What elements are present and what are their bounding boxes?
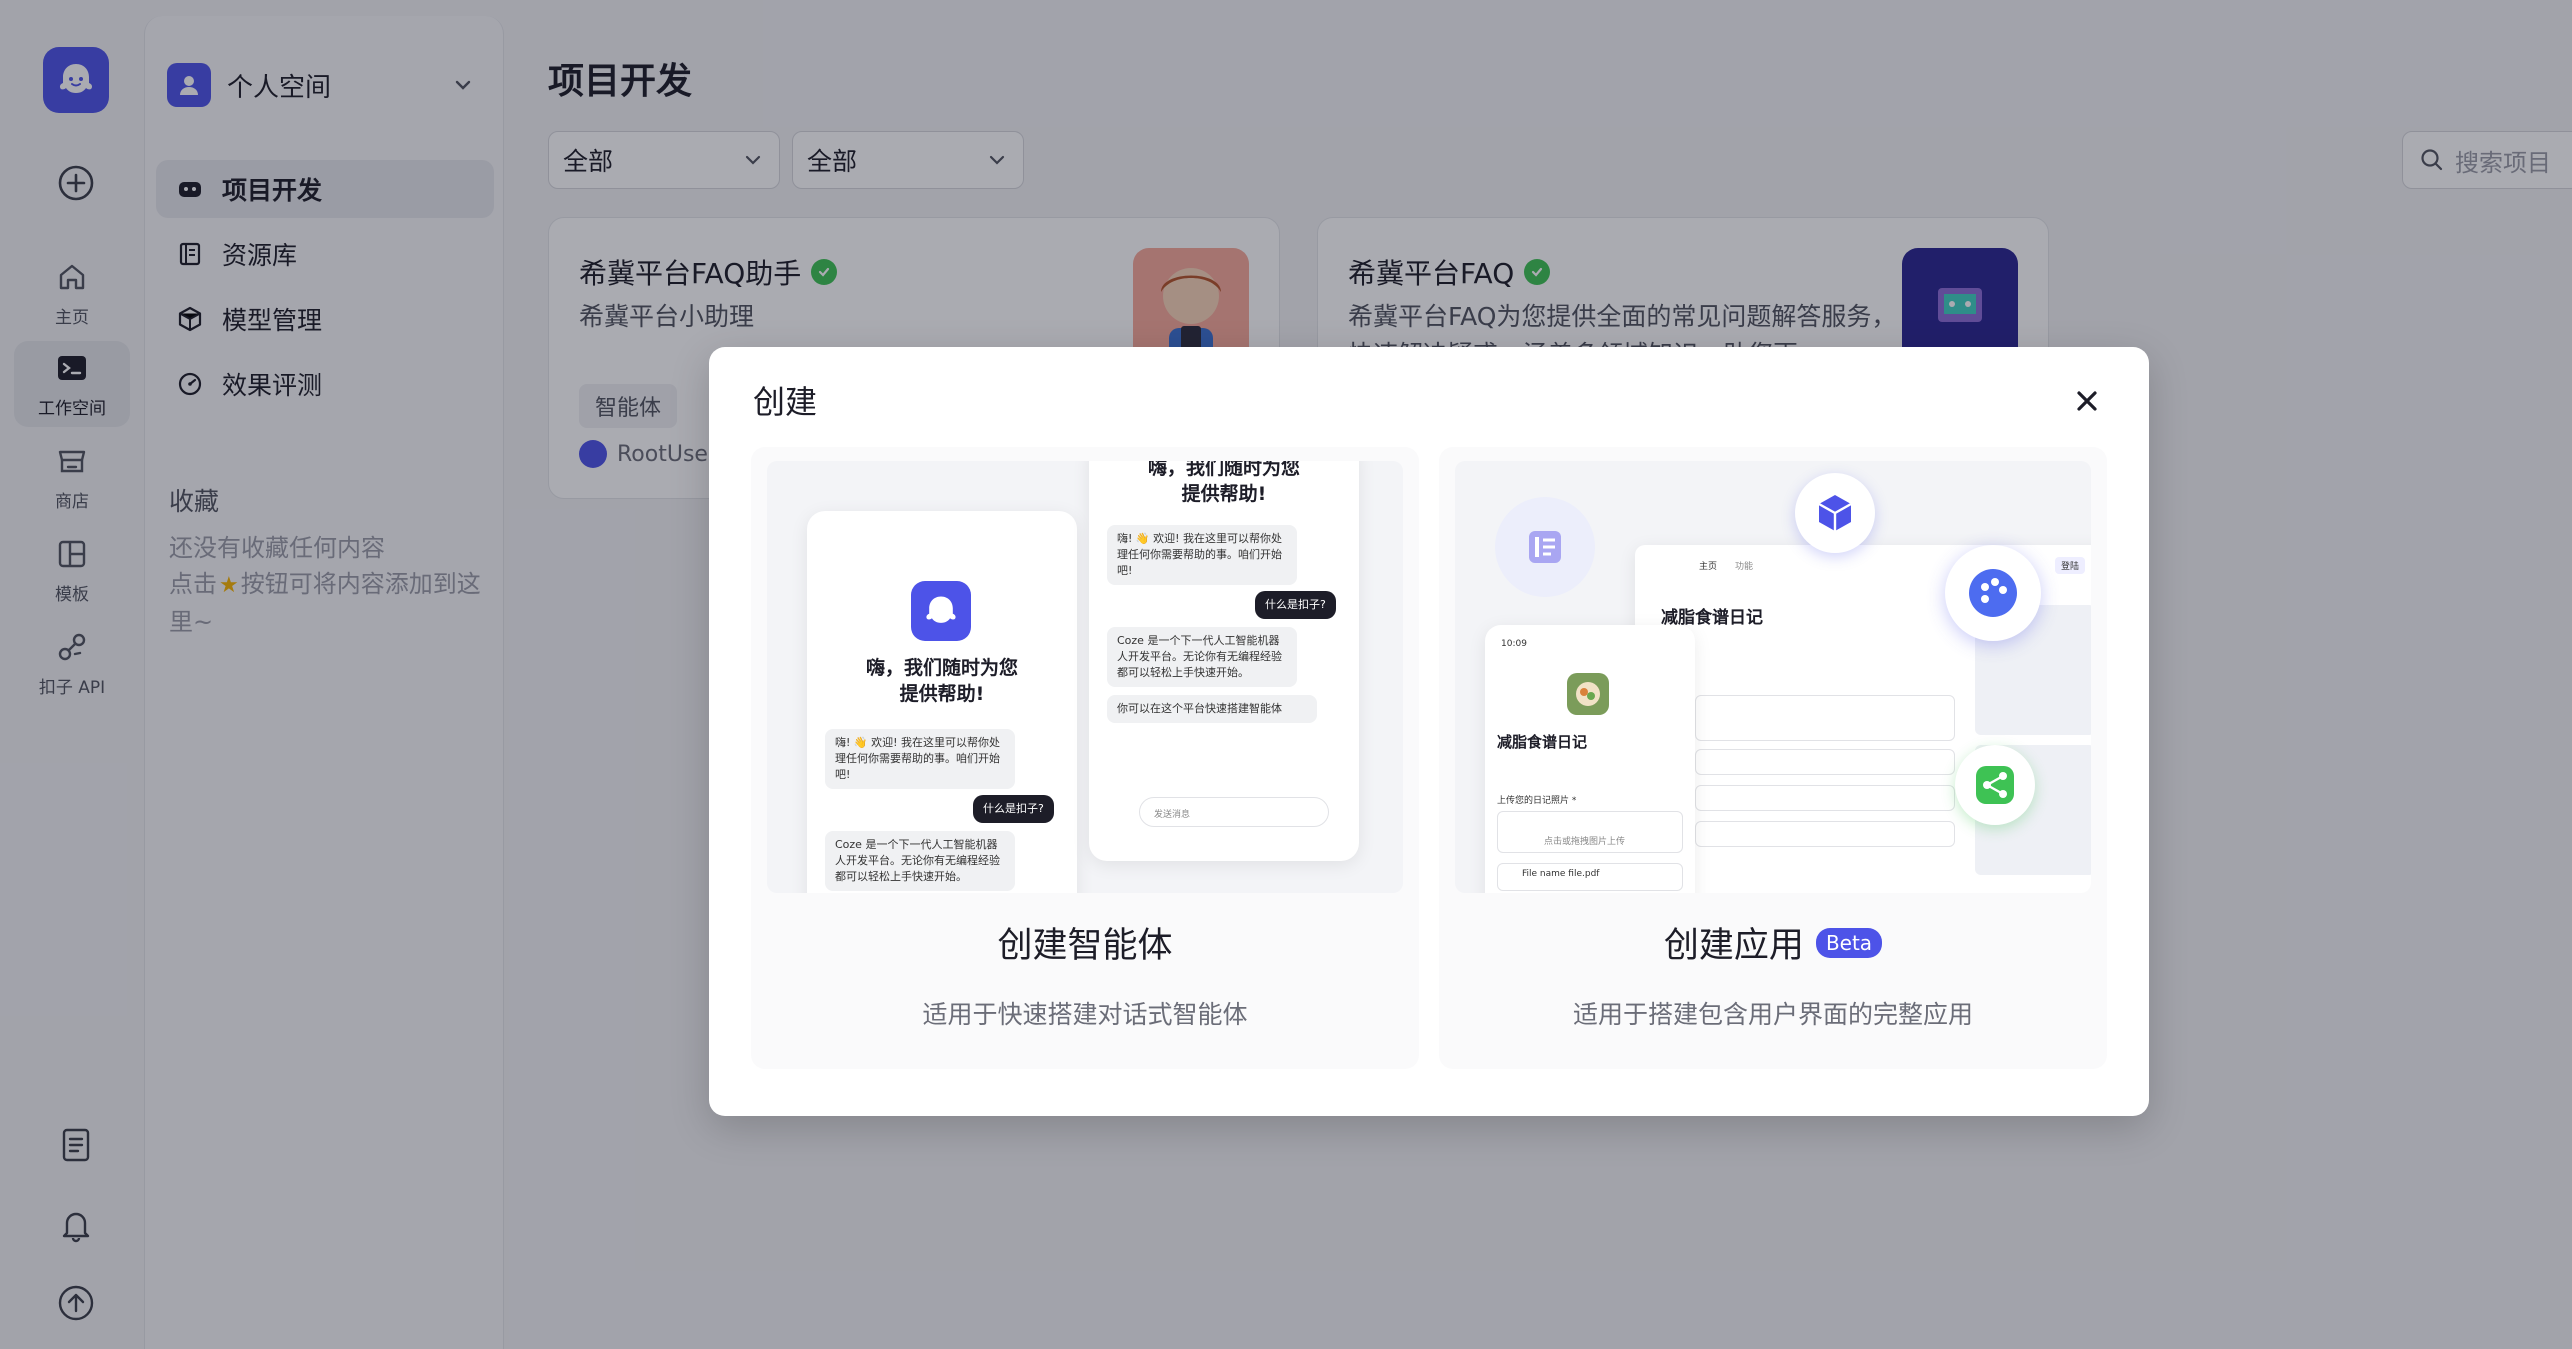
- close-icon[interactable]: [2069, 383, 2105, 419]
- file-name: File name file.pdf: [1522, 869, 1600, 879]
- upload-box: [1695, 695, 1955, 741]
- phone-mockup: 嗨，我们随时为您提供帮助! 嗨! 👋 欢迎! 我在这里可以帮你处理任何你需要帮助…: [1089, 461, 1359, 861]
- app-illustration: 主页 功能 登陆 减脂食谱日记 10:09 减脂食谱日记 上传您的日记照片 *: [1455, 461, 2091, 893]
- file-row: File name file.pdf: [1497, 863, 1683, 891]
- create-app-title: 创建应用 Beta: [1439, 917, 2107, 968]
- create-app-option[interactable]: 主页 功能 登陆 减脂食谱日记 10:09 减脂食谱日记 上传您的日记照片 *: [1439, 447, 2107, 1069]
- message-input: 发送消息: [1139, 797, 1329, 827]
- phone-mockup: 10:09 减脂食谱日记 上传您的日记照片 * 点击或拖拽图片上传 File n…: [1485, 625, 1695, 893]
- upload-label: 上传您的日记照片 *: [1497, 796, 1577, 806]
- file-row: [1695, 821, 1955, 847]
- upload-hint: 点击或拖拽图片上传: [1544, 837, 1626, 847]
- create-agent-title: 创建智能体: [751, 917, 1419, 968]
- create-app-title-text: 创建应用: [1663, 926, 1804, 966]
- doc-icon: [1495, 497, 1595, 597]
- app-title: 减脂食谱日记: [1497, 733, 1588, 751]
- dialog-title: 创建: [753, 383, 818, 421]
- create-agent-option[interactable]: 嗨，我们随时为您提供帮助! 嗨! 👋 欢迎! 我在这里可以帮你处理任何你需要帮助…: [751, 447, 1419, 1069]
- create-dialog: 创建 嗨，我们随时为您提供帮助! 嗨! 👋 欢迎! 我在这里可以帮你处理任何你需…: [709, 347, 2149, 1116]
- answer-bubble: Coze 是一个下一代人工智能机器人开发平台。无论你有无编程经验都可以轻松上手快…: [825, 831, 1015, 891]
- cube-icon: [1795, 473, 1875, 553]
- palette-icon: [1945, 545, 2041, 641]
- welcome-bubble: 嗨! 👋 欢迎! 我在这里可以帮你处理任何你需要帮助的事。咱们开始吧!: [1107, 525, 1297, 585]
- phone-mockup: 嗨，我们随时为您提供帮助! 嗨! 👋 欢迎! 我在这里可以帮你处理任何你需要帮助…: [807, 511, 1077, 893]
- upload-box: 点击或拖拽图片上传: [1497, 811, 1683, 853]
- greeting-text-top: 嗨，我们随时为您提供帮助!: [1147, 461, 1300, 505]
- greeting-text: 嗨，我们随时为您提供帮助!: [865, 657, 1018, 705]
- beta-badge: Beta: [1815, 927, 1883, 958]
- coze-logo-icon: [911, 581, 971, 641]
- food-image: [1567, 673, 1609, 715]
- share-icon: [1955, 745, 2035, 825]
- file-row: [1695, 785, 1955, 811]
- tab-function: 功能: [1735, 562, 1754, 572]
- agent-illustration: 嗨，我们随时为您提供帮助! 嗨! 👋 欢迎! 我在这里可以帮你处理任何你需要帮助…: [767, 461, 1403, 893]
- create-agent-title-text: 创建智能体: [997, 926, 1173, 966]
- file-row: [1695, 749, 1955, 775]
- tip-bubble: 你可以在这个平台快速搭建智能体: [1107, 695, 1317, 723]
- login-button: 登陆: [2055, 557, 2086, 574]
- status-time: 10:09: [1501, 639, 1527, 649]
- create-app-desc: 适用于搭建包含用户界面的完整应用: [1572, 1000, 1973, 1029]
- welcome-bubble: 嗨! 👋 欢迎! 我在这里可以帮你处理任何你需要帮助的事。咱们开始吧!: [825, 729, 1015, 789]
- message-placeholder: 发送消息: [1154, 810, 1191, 820]
- answer-bubble: Coze 是一个下一代人工智能机器人开发平台。无论你有无编程经验都可以轻松上手快…: [1107, 627, 1297, 687]
- create-agent-desc: 适用于快速搭建对话式智能体: [922, 1000, 1248, 1029]
- question-bubble: 什么是扣子?: [1255, 591, 1336, 619]
- tab-home: 主页: [1699, 562, 1718, 572]
- question-bubble: 什么是扣子?: [973, 795, 1054, 823]
